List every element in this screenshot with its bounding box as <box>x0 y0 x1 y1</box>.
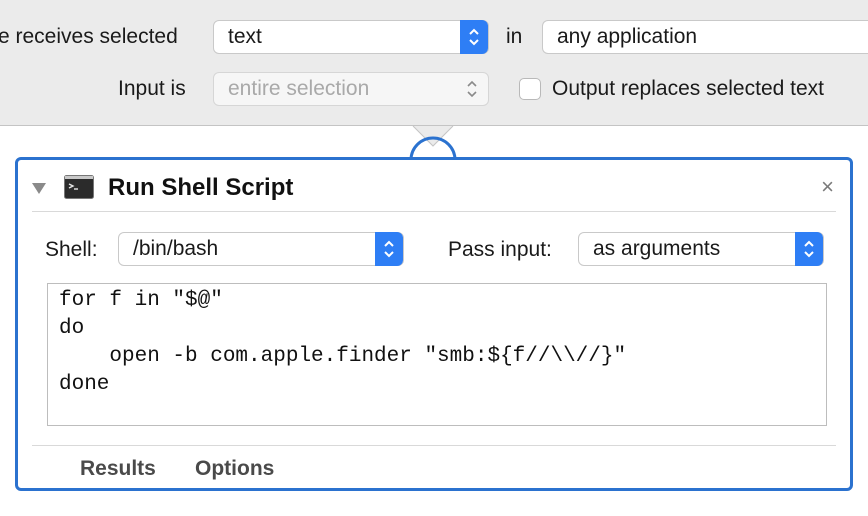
receives-label: e receives selected <box>0 25 178 48</box>
run-shell-script-action[interactable]: Run Shell Script × Shell: /bin/bash Pass… <box>15 157 853 491</box>
action-title: Run Shell Script <box>108 174 294 201</box>
pass-input-label: Pass input: <box>448 238 552 261</box>
shell-label: Shell: <box>45 238 98 261</box>
tab-options[interactable]: Options <box>195 457 274 481</box>
script-editor[interactable]: for f in "$@" do open -b com.apple.finde… <box>47 283 827 426</box>
application-popup[interactable]: any application <box>542 20 868 54</box>
close-icon[interactable]: × <box>821 174 834 200</box>
input-is-label: Input is <box>118 77 186 100</box>
output-replaces-label: Output replaces selected text <box>552 77 824 100</box>
input-is-value: entire selection <box>228 77 370 100</box>
receives-type-popup[interactable]: text <box>213 20 489 54</box>
header-divider <box>32 211 836 212</box>
footer-divider <box>32 445 836 446</box>
input-is-popup[interactable]: entire selection <box>213 72 489 106</box>
up-down-chevron-icon <box>375 232 403 266</box>
shell-popup[interactable]: /bin/bash <box>118 232 404 266</box>
pass-input-popup[interactable]: as arguments <box>578 232 824 266</box>
disclosure-triangle-icon[interactable] <box>31 181 47 200</box>
workflow-settings-panel: e receives selected text in any applicat… <box>0 0 868 126</box>
up-down-chevron-icon <box>460 73 484 105</box>
tab-results[interactable]: Results <box>80 457 156 481</box>
terminal-icon <box>64 175 94 204</box>
application-value: any application <box>557 25 698 48</box>
in-label: in <box>506 25 523 48</box>
pass-input-value: as arguments <box>593 237 721 260</box>
shell-value: /bin/bash <box>133 237 219 260</box>
up-down-chevron-icon <box>460 20 488 54</box>
receives-type-value: text <box>228 25 262 48</box>
up-down-chevron-icon <box>795 232 823 266</box>
output-replaces-checkbox[interactable] <box>519 78 541 100</box>
